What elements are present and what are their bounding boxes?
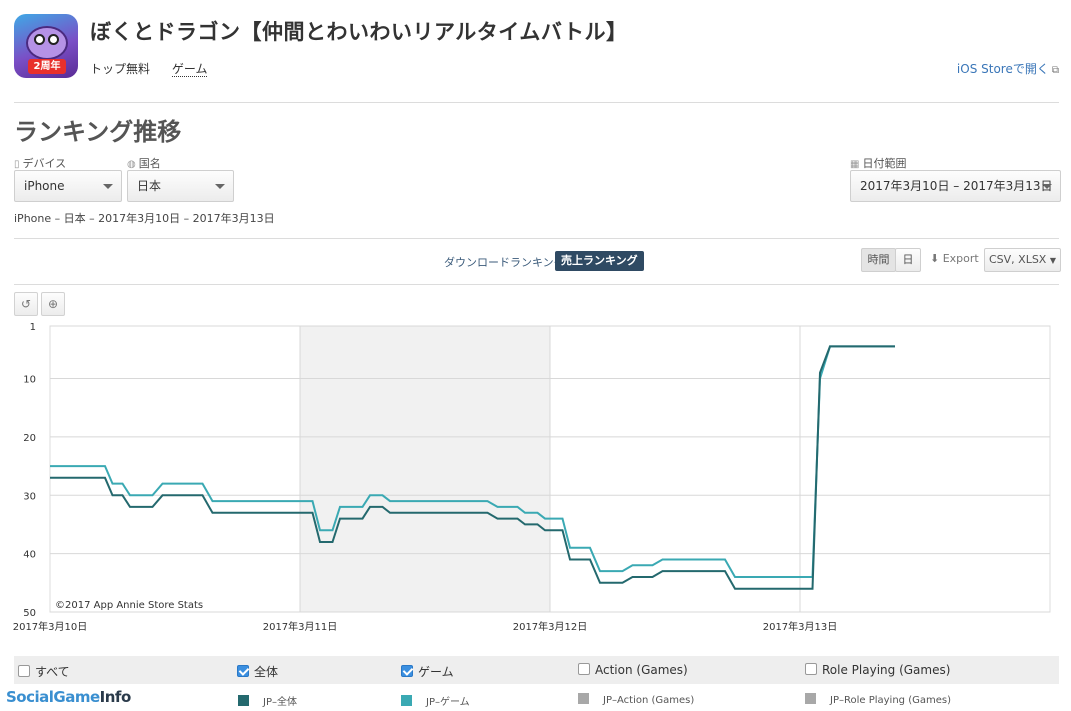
legend-checkbox-label: 全体 — [254, 665, 279, 679]
legend-swatch-label: JP–全体 — [263, 697, 297, 708]
legend-swatch-label: JP–Role Playing (Games) — [830, 695, 951, 706]
checkbox-icon[interactable] — [401, 665, 413, 677]
device-value: iPhone — [24, 179, 65, 193]
tab-download-ranking[interactable]: ダウンロードランキング — [444, 254, 565, 270]
checkbox-icon[interactable] — [578, 663, 590, 675]
legend-swatch: JP–ゲーム — [401, 693, 470, 708]
checkbox-icon[interactable] — [18, 665, 30, 677]
y-tick-label: 10 — [23, 375, 36, 386]
app-title: ぼくとドラゴン【仲間とわいわいリアルタイムバトル】 — [90, 20, 628, 44]
ios-store-link[interactable]: iOS Storeで開く ⧉ — [957, 60, 1059, 77]
device-select[interactable]: iPhone — [14, 170, 122, 202]
anniversary-badge: 2周年 — [28, 59, 66, 74]
legend-swatch: JP–全体 — [238, 693, 297, 708]
date-label: ▦ 日付範囲 — [850, 157, 907, 170]
legend-swatch-label: JP–ゲーム — [426, 697, 470, 708]
divider — [14, 284, 1059, 285]
chevron-down-icon — [1042, 184, 1052, 189]
export-button[interactable]: ⬇ Export — [930, 252, 979, 265]
ranking-chart: 1 10 20 30 40 50 2017年3月10日 2017年3月11日 2017年3月1… — [13, 322, 1051, 633]
external-link-icon: ⧉ — [1051, 65, 1059, 76]
y-tick-label: 40 — [23, 550, 36, 561]
y-tick-label: 20 — [23, 433, 36, 444]
x-tick-label: 2017年3月13日 — [763, 620, 838, 633]
x-tick-label: 2017年3月11日 — [263, 620, 338, 633]
category-label: トップ無料 — [90, 62, 151, 76]
genre-link[interactable]: ゲーム — [171, 62, 208, 77]
y-tick-label: 1 — [30, 322, 36, 333]
calendar-icon: ▦ — [850, 159, 860, 170]
filter-summary: iPhone – 日本 – 2017年3月10日 – 2017年3月13日 — [14, 212, 275, 225]
day-button[interactable]: 日 — [895, 248, 921, 272]
globe-icon: ◍ — [127, 159, 136, 170]
legend-checkbox-label: Role Playing (Games) — [822, 663, 951, 677]
legend-checkbox[interactable]: Action (Games) — [578, 663, 688, 677]
dragon-face-icon — [26, 26, 68, 60]
divider — [14, 238, 1059, 239]
x-tick-label: 2017年3月10日 — [13, 620, 88, 633]
country-label: ◍ 国名 — [127, 157, 161, 170]
chevron-down-icon: ▼ — [1049, 256, 1057, 265]
y-tick-label: 30 — [23, 491, 36, 502]
watermark: SocialGameInfo — [6, 688, 131, 706]
legend-checkbox[interactable]: ゲーム — [401, 663, 454, 680]
legend-swatch: JP–Action (Games) — [578, 693, 694, 706]
legend-checkbox-label: ゲーム — [418, 665, 454, 679]
legend-swatch-label: JP–Action (Games) — [603, 695, 695, 706]
ios-store-label: iOS Storeで開く — [956, 62, 1049, 76]
color-swatch — [238, 695, 249, 706]
phone-icon: ▯ — [14, 159, 20, 170]
legend-checkbox[interactable]: すべて — [18, 663, 70, 680]
legend-checkbox-label: Action (Games) — [595, 663, 688, 677]
eye-icon — [48, 34, 59, 45]
shaded-day-band — [300, 326, 550, 612]
app-meta: トップ無料 ゲーム — [90, 60, 225, 77]
color-swatch — [805, 693, 816, 704]
color-swatch — [401, 695, 412, 706]
zoom-icon[interactable]: ⊕ — [41, 292, 65, 316]
checkbox-icon[interactable] — [237, 665, 249, 677]
download-icon: ⬇ — [930, 252, 940, 265]
date-range-value: 2017年3月10日 – 2017年3月13日 — [860, 179, 1053, 193]
y-tick-label: 50 — [23, 608, 36, 619]
tab-sales-ranking[interactable]: 売上ランキング — [555, 251, 644, 271]
legend-checkbox-label: すべて — [35, 665, 70, 679]
hour-button[interactable]: 時間 — [861, 248, 896, 272]
chevron-down-icon — [215, 184, 225, 189]
divider — [14, 102, 1059, 103]
chevron-down-icon — [103, 184, 113, 189]
country-value: 日本 — [137, 179, 162, 193]
legend-checkbox[interactable]: Role Playing (Games) — [805, 663, 950, 677]
legend-checkbox[interactable]: 全体 — [237, 663, 278, 680]
undo-icon[interactable]: ↺ — [14, 292, 38, 316]
legend-swatch: JP–Role Playing (Games) — [805, 693, 951, 706]
country-select[interactable]: 日本 — [127, 170, 234, 202]
chart-credit: ©2017 App Annie Store Stats — [55, 600, 203, 611]
x-tick-label: 2017年3月12日 — [513, 620, 588, 633]
device-label: ▯ デバイス — [14, 157, 67, 170]
eye-icon — [34, 34, 45, 45]
page-title: ランキング推移 — [14, 118, 182, 146]
date-range-select[interactable]: 2017年3月10日 – 2017年3月13日 — [850, 170, 1061, 202]
color-swatch — [578, 693, 589, 704]
checkbox-icon[interactable] — [805, 663, 817, 675]
app-icon: 2周年 — [14, 14, 78, 78]
format-select[interactable]: CSV, XLSX ▼ — [984, 248, 1061, 272]
